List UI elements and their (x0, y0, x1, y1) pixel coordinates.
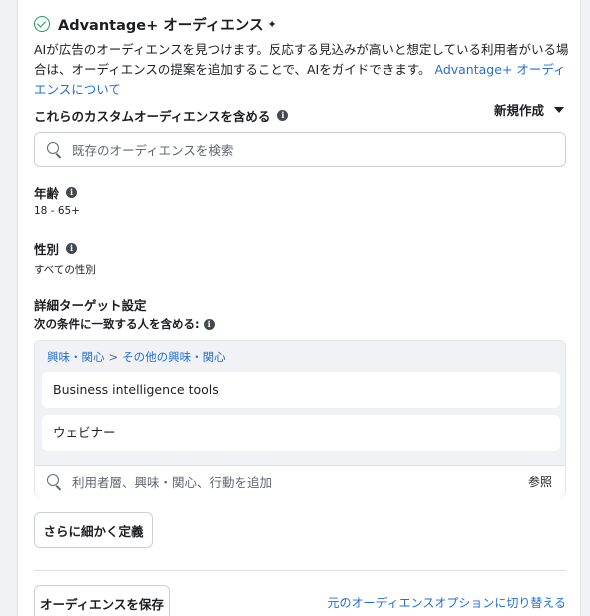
targeting-search-input[interactable]: 利用者層、興味・関心、行動を追加 参照 (35, 465, 565, 497)
section-header: Advantage+ オーディエンス ✦ (34, 13, 277, 35)
create-new-label: 新規作成 (493, 103, 544, 118)
gender-label-text: 性別 (34, 242, 60, 257)
search-icon (47, 474, 62, 489)
audience-search-input[interactable]: 既存のオーディエンスを検索 (34, 132, 566, 167)
switch-audience-options-link[interactable]: 元のオーディエンスオプションに切り替える (327, 594, 566, 611)
info-icon[interactable]: i (277, 110, 289, 121)
check-circle-icon (34, 16, 50, 32)
detailed-targeting-label: 詳細ターゲット設定 (34, 298, 147, 313)
age-value: 18 - 65+ (34, 205, 80, 217)
section-description: AIが広告のオーディエンスを見つけます。反応する見込みが高いと想定している利用者… (34, 40, 570, 100)
age-label: 年齢 i (34, 183, 78, 202)
detailed-targeting-sublabel-text: 次の条件に一致する人を含める: (34, 317, 200, 331)
browse-button[interactable]: 参照 (528, 473, 552, 490)
section-title: Advantage+ オーディエンス (58, 17, 264, 34)
audience-panel: Advantage+ オーディエンス ✦ AIが広告のオーディエンスを見つけます… (17, 0, 581, 616)
breadcrumb: 興味・関心 > その他の興味・関心 (47, 349, 226, 365)
custom-audience-label: これらのカスタムオーディエンスを含める i (34, 106, 289, 125)
save-audience-button[interactable]: オーディエンスを保存 (34, 585, 170, 616)
detailed-targeting-sublabel: 次の条件に一致する人を含める: i (34, 316, 215, 332)
search-icon (47, 142, 62, 157)
targeting-item[interactable]: ウェビナー (42, 415, 560, 451)
targeting-search-placeholder: 利用者層、興味・関心、行動を追加 (72, 475, 273, 490)
audience-search-placeholder: 既存のオーディエンスを検索 (72, 143, 234, 158)
age-label-text: 年齢 (34, 186, 60, 201)
breadcrumb-item[interactable]: 興味・関心 (47, 350, 105, 364)
custom-audience-label-text: これらのカスタムオーディエンスを含める (34, 109, 271, 124)
create-new-button[interactable]: 新規作成 (494, 100, 564, 119)
caret-down-icon (554, 106, 564, 113)
info-icon[interactable]: i (66, 243, 78, 254)
info-icon[interactable]: i (66, 187, 78, 198)
sparkle-icon: ✦ (267, 17, 277, 31)
detailed-targeting-box: 興味・関心 > その他の興味・関心 Business intelligence to… (34, 340, 566, 497)
info-icon[interactable]: i (203, 318, 215, 330)
breadcrumb-item[interactable]: その他の興味・関心 (122, 350, 226, 364)
gender-label: 性別 i (34, 239, 78, 258)
gender-value: すべての性別 (34, 264, 96, 276)
targeting-item[interactable]: Business intelligence tools (42, 372, 560, 408)
breadcrumb-separator: > (108, 350, 119, 364)
refine-button[interactable]: さらに細かく定義 (34, 512, 153, 548)
divider (34, 570, 566, 571)
